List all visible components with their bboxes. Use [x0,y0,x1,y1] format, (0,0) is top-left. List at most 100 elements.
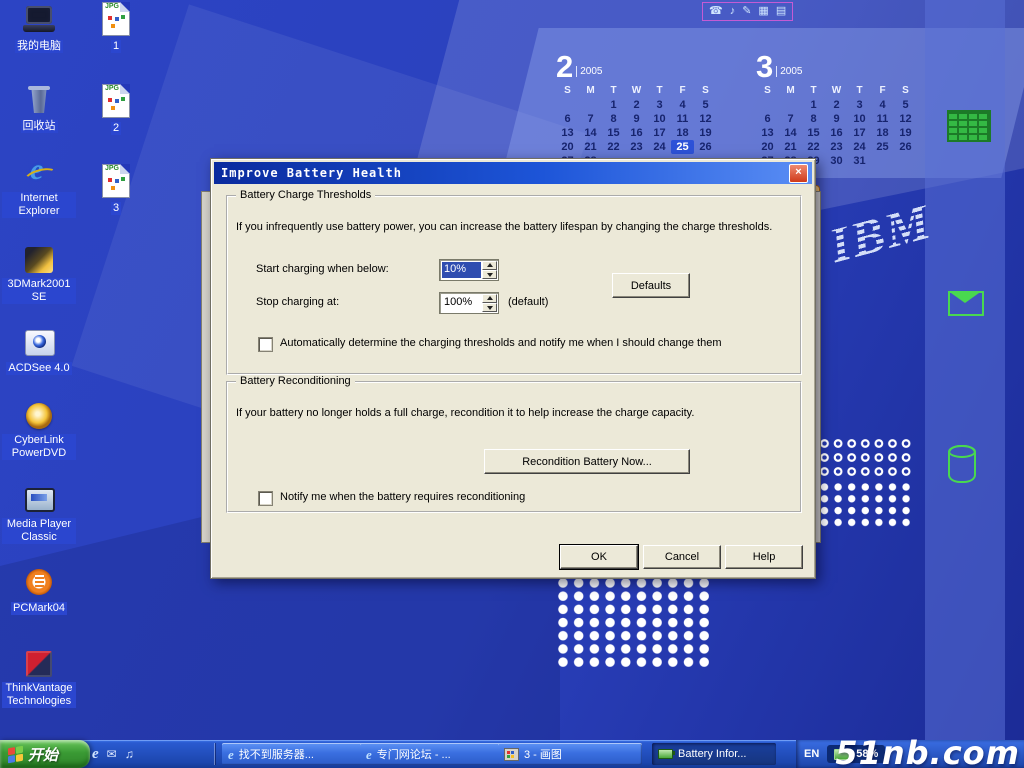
defaults-button[interactable]: Defaults [612,273,690,298]
note-icon[interactable]: ♪ [730,6,736,17]
ring-dots-pattern [818,437,914,479]
document-icon[interactable]: ▤ [776,6,786,17]
ie-icon[interactable]: e [92,746,99,763]
mail-icon[interactable]: ✉ [107,747,117,761]
desktop-icon-label: ACDSee 4.0 [6,362,71,375]
desktop-icon-recycle-bin[interactable]: 回收站 [2,84,76,134]
auto-thresholds-label[interactable]: Automatically determine the charging thr… [280,337,721,350]
recycle-bin-icon [22,84,56,116]
calendar-day: 13 [556,126,579,140]
start-charge-value[interactable]: 10% [442,262,481,278]
task-button-forum[interactable]: e 专门网论坛 - ... [360,743,504,765]
desktop-icon-label: 2 [111,122,121,135]
calendar-day: 13 [756,126,779,140]
desktop-icon-label: Internet Explorer [2,192,76,218]
default-note: (default) [508,296,548,308]
desktop-file-2[interactable]: JPG 2 [86,84,146,136]
calendar-weekday: S [556,84,579,98]
task-button-battery-information[interactable]: Battery Infor... [652,743,776,765]
auto-thresholds-checkbox[interactable] [258,337,273,352]
dialog-title-bar[interactable]: Improve Battery Health × [214,162,812,184]
task-button-paint[interactable]: 3 - 画图 [498,743,642,765]
calendar-day: 20 [556,140,579,154]
recondition-battery-button[interactable]: Recondition Battery Now... [484,449,690,474]
pcmark-icon [22,566,56,598]
jpg-badge: JPG [105,3,119,10]
calendar-day: 16 [625,126,648,140]
calendar-day: 23 [625,140,648,154]
calendar-weekday: S [894,84,917,98]
group-title: Battery Charge Thresholds [236,189,375,201]
task-button-server-not-found[interactable]: e 找不到服务器... [222,743,366,765]
calendar-day: 24 [848,140,871,154]
calendar-day: 5 [894,98,917,112]
jpg-file-icon: JPG [102,2,130,36]
calendar-day: 21 [579,140,602,154]
calendar-weekday: F [871,84,894,98]
phone-icon[interactable]: ☎ [709,6,723,17]
desktop-file-1[interactable]: JPG 1 [86,2,146,54]
jpg-thumbnail-art [108,16,112,20]
calendar-weekday: S [756,84,779,98]
grid-icon[interactable]: ▦ [758,6,768,17]
cancel-button[interactable]: Cancel [643,545,721,569]
calendar-day: 18 [871,126,894,140]
calendar-day: 12 [894,112,917,126]
task-button-label: Battery Infor... [678,748,746,760]
notify-reconditioning-checkbox[interactable] [258,491,273,506]
notify-reconditioning-label[interactable]: Notify me when the battery requires reco… [280,491,525,504]
calendar-day: 31 [848,154,871,168]
spin-down-icon[interactable] [482,270,497,279]
calendar-february-2005: 2 2005 SMTWTFS 1234567891011121314151617… [556,48,721,168]
calendar-day: 19 [694,126,717,140]
spin-up-icon[interactable] [482,294,497,303]
desktop-file-3[interactable]: JPG 3 [86,164,146,216]
desktop-icon-label: 回收站 [21,120,58,133]
start-button[interactable]: 开始 [0,740,90,768]
task-button-label: 3 - 画图 [524,746,562,762]
calendar-weekday: T [602,84,625,98]
calendar-weekday: W [625,84,648,98]
help-button[interactable]: Help [725,545,803,569]
calendar-day: 22 [802,140,825,154]
calendar-weekday: M [779,84,802,98]
ok-button[interactable]: OK [560,545,638,569]
calendar-weekday: T [648,84,671,98]
spin-down-icon[interactable] [482,303,497,312]
desktop-icon-3dmark2001[interactable]: 3DMark2001 SE [2,244,76,305]
language-indicator[interactable]: EN [804,748,819,760]
calendar-day: 7 [579,112,602,126]
reconditioning-description: If your battery no longer holds a full c… [236,407,790,419]
calendar-day: 12 [694,112,717,126]
database-cylinder-icon [948,445,976,483]
desktop-icon-acdsee[interactable]: ACDSee 4.0 [2,326,76,376]
desktop-screen: IBM ☎ ♪ ✎ ▦ ▤ 2 2005 SMTWTFS 12345678910… [0,0,1024,768]
calendar-weekday: F [671,84,694,98]
improve-battery-health-dialog: Improve Battery Health × Battery Charge … [210,158,816,579]
desktop-icon-my-computer[interactable]: 我的电脑 [2,4,76,54]
calendar-day: 4 [871,98,894,112]
media-icon[interactable]: ♫ [125,747,134,761]
spin-up-icon[interactable] [482,261,497,270]
desktop-icon-thinkvantage[interactable]: ThinkVantage Technologies [2,648,76,709]
calendar-day: 14 [579,126,602,140]
desktop-icon-media-player-classic[interactable]: Media Player Classic [2,484,76,545]
calendar-month: 2 [556,53,573,80]
calendar-day: 3 [848,98,871,112]
desktop-icon-internet-explorer[interactable]: Internet Explorer [2,158,76,219]
calendar-day: 6 [756,112,779,126]
calendar-day: 1 [802,98,825,112]
stop-charge-value[interactable]: 100% [442,295,481,311]
calendar-weekday: T [848,84,871,98]
envelope-icon [948,291,984,316]
ibm-logo: IBM [823,177,1001,305]
pen-icon[interactable]: ✎ [742,6,751,17]
close-icon[interactable]: × [789,164,808,183]
calendar-day: 25 [671,140,694,154]
jpg-badge: JPG [105,165,119,172]
calendar-day: 9 [625,112,648,126]
desktop-icon-pcmark04[interactable]: PCMark04 [2,566,76,616]
desktop-icon-powerdvd[interactable]: CyberLink PowerDVD [2,400,76,461]
desktop-gadget-toolbar[interactable]: ☎ ♪ ✎ ▦ ▤ [702,2,793,21]
calendar-march-2005: 3 2005 SMTWTFS 1234567891011121314151617… [756,48,921,168]
